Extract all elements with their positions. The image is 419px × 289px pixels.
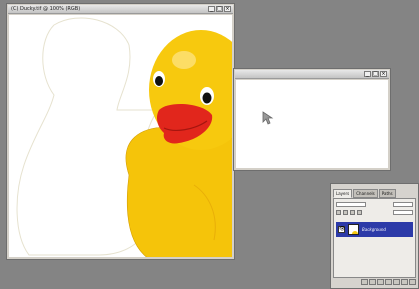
- link-layers-icon[interactable]: [361, 279, 368, 285]
- lock-all-icon[interactable]: [357, 209, 362, 215]
- lock-brush-icon[interactable]: [343, 209, 348, 215]
- layer-background[interactable]: 👁 Background: [336, 222, 413, 237]
- palette-footer: [333, 279, 416, 286]
- lock-move-icon[interactable]: [350, 209, 355, 215]
- eye-icon[interactable]: 👁: [338, 226, 345, 233]
- lock-row: [336, 209, 413, 215]
- adjustment-icon[interactable]: [385, 279, 392, 285]
- maximize-button[interactable]: □: [372, 71, 379, 77]
- layer-name: Background: [362, 227, 386, 232]
- trash-icon[interactable]: [409, 279, 416, 285]
- palette-tabs: Layers Channels Paths: [333, 189, 416, 198]
- layers-palette[interactable]: Layers Channels Paths 👁 Background: [330, 183, 419, 289]
- fill-field[interactable]: [393, 209, 413, 215]
- layer-style-icon[interactable]: [369, 279, 376, 285]
- tab-layers[interactable]: Layers: [333, 189, 353, 198]
- minimize-button[interactable]: _: [364, 71, 371, 77]
- new-layer-icon[interactable]: [401, 279, 408, 285]
- opacity-field[interactable]: [393, 201, 413, 207]
- lock-transparency-icon[interactable]: [336, 209, 341, 215]
- folder-icon[interactable]: [393, 279, 400, 285]
- layers-list-area: 👁 Background: [333, 198, 416, 278]
- duck-thumbnail-icon: [352, 231, 358, 234]
- duck-document-window[interactable]: (C) Ducky.tif @ 100% (RGB) _ □ ×: [6, 3, 235, 260]
- rubber-duck-image: [16, 17, 232, 257]
- layer-thumbnail: [348, 224, 359, 235]
- close-button[interactable]: ×: [380, 71, 387, 77]
- cursor-icon: [262, 111, 274, 125]
- close-button[interactable]: ×: [224, 6, 231, 12]
- tab-channels[interactable]: Channels: [353, 189, 378, 198]
- duck-document-title: (C) Ducky.tif @ 100% (RGB): [11, 6, 81, 12]
- blend-mode-select[interactable]: [336, 201, 366, 207]
- maximize-button[interactable]: □: [216, 6, 223, 12]
- duck-canvas[interactable]: [9, 15, 232, 257]
- minimize-button[interactable]: _: [208, 6, 215, 12]
- blank-canvas[interactable]: [236, 80, 388, 168]
- blank-document-window[interactable]: _ □ ×: [233, 68, 391, 171]
- tab-paths[interactable]: Paths: [378, 189, 396, 198]
- duck-document-titlebar[interactable]: (C) Ducky.tif @ 100% (RGB) _ □ ×: [8, 5, 233, 14]
- blank-document-titlebar[interactable]: _ □ ×: [235, 70, 389, 79]
- mask-icon[interactable]: [377, 279, 384, 285]
- blend-mode-row: [336, 201, 413, 207]
